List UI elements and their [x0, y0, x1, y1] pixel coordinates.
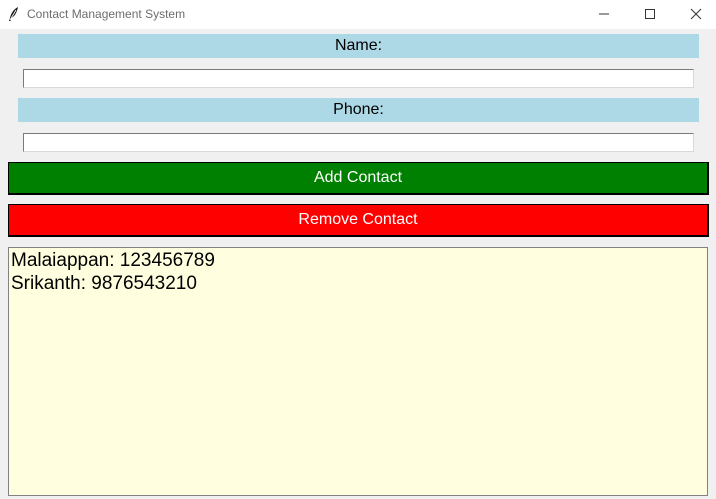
- app-window: Contact Management System Name: Phone: A…: [0, 0, 716, 499]
- maximize-icon: [645, 9, 655, 19]
- add-contact-button[interactable]: Add Contact: [8, 162, 709, 195]
- phone-label: Phone:: [18, 98, 699, 122]
- remove-contact-button[interactable]: Remove Contact: [8, 204, 709, 237]
- feather-icon: [7, 6, 21, 22]
- window-title: Contact Management System: [27, 7, 186, 21]
- contacts-listbox[interactable]: Malaiappan: 123456789 Srikanth: 98765432…: [8, 247, 708, 496]
- title-bar[interactable]: Contact Management System: [0, 0, 716, 29]
- list-item[interactable]: Srikanth: 9876543210: [11, 272, 705, 295]
- name-label: Name:: [18, 34, 699, 58]
- phone-input[interactable]: [23, 133, 694, 152]
- minimize-button[interactable]: [581, 0, 627, 29]
- name-input[interactable]: [23, 69, 694, 88]
- maximize-button[interactable]: [627, 0, 673, 29]
- close-button[interactable]: [673, 0, 716, 29]
- close-icon: [690, 8, 702, 20]
- minimize-icon: [599, 13, 609, 15]
- list-item[interactable]: Malaiappan: 123456789: [11, 249, 705, 272]
